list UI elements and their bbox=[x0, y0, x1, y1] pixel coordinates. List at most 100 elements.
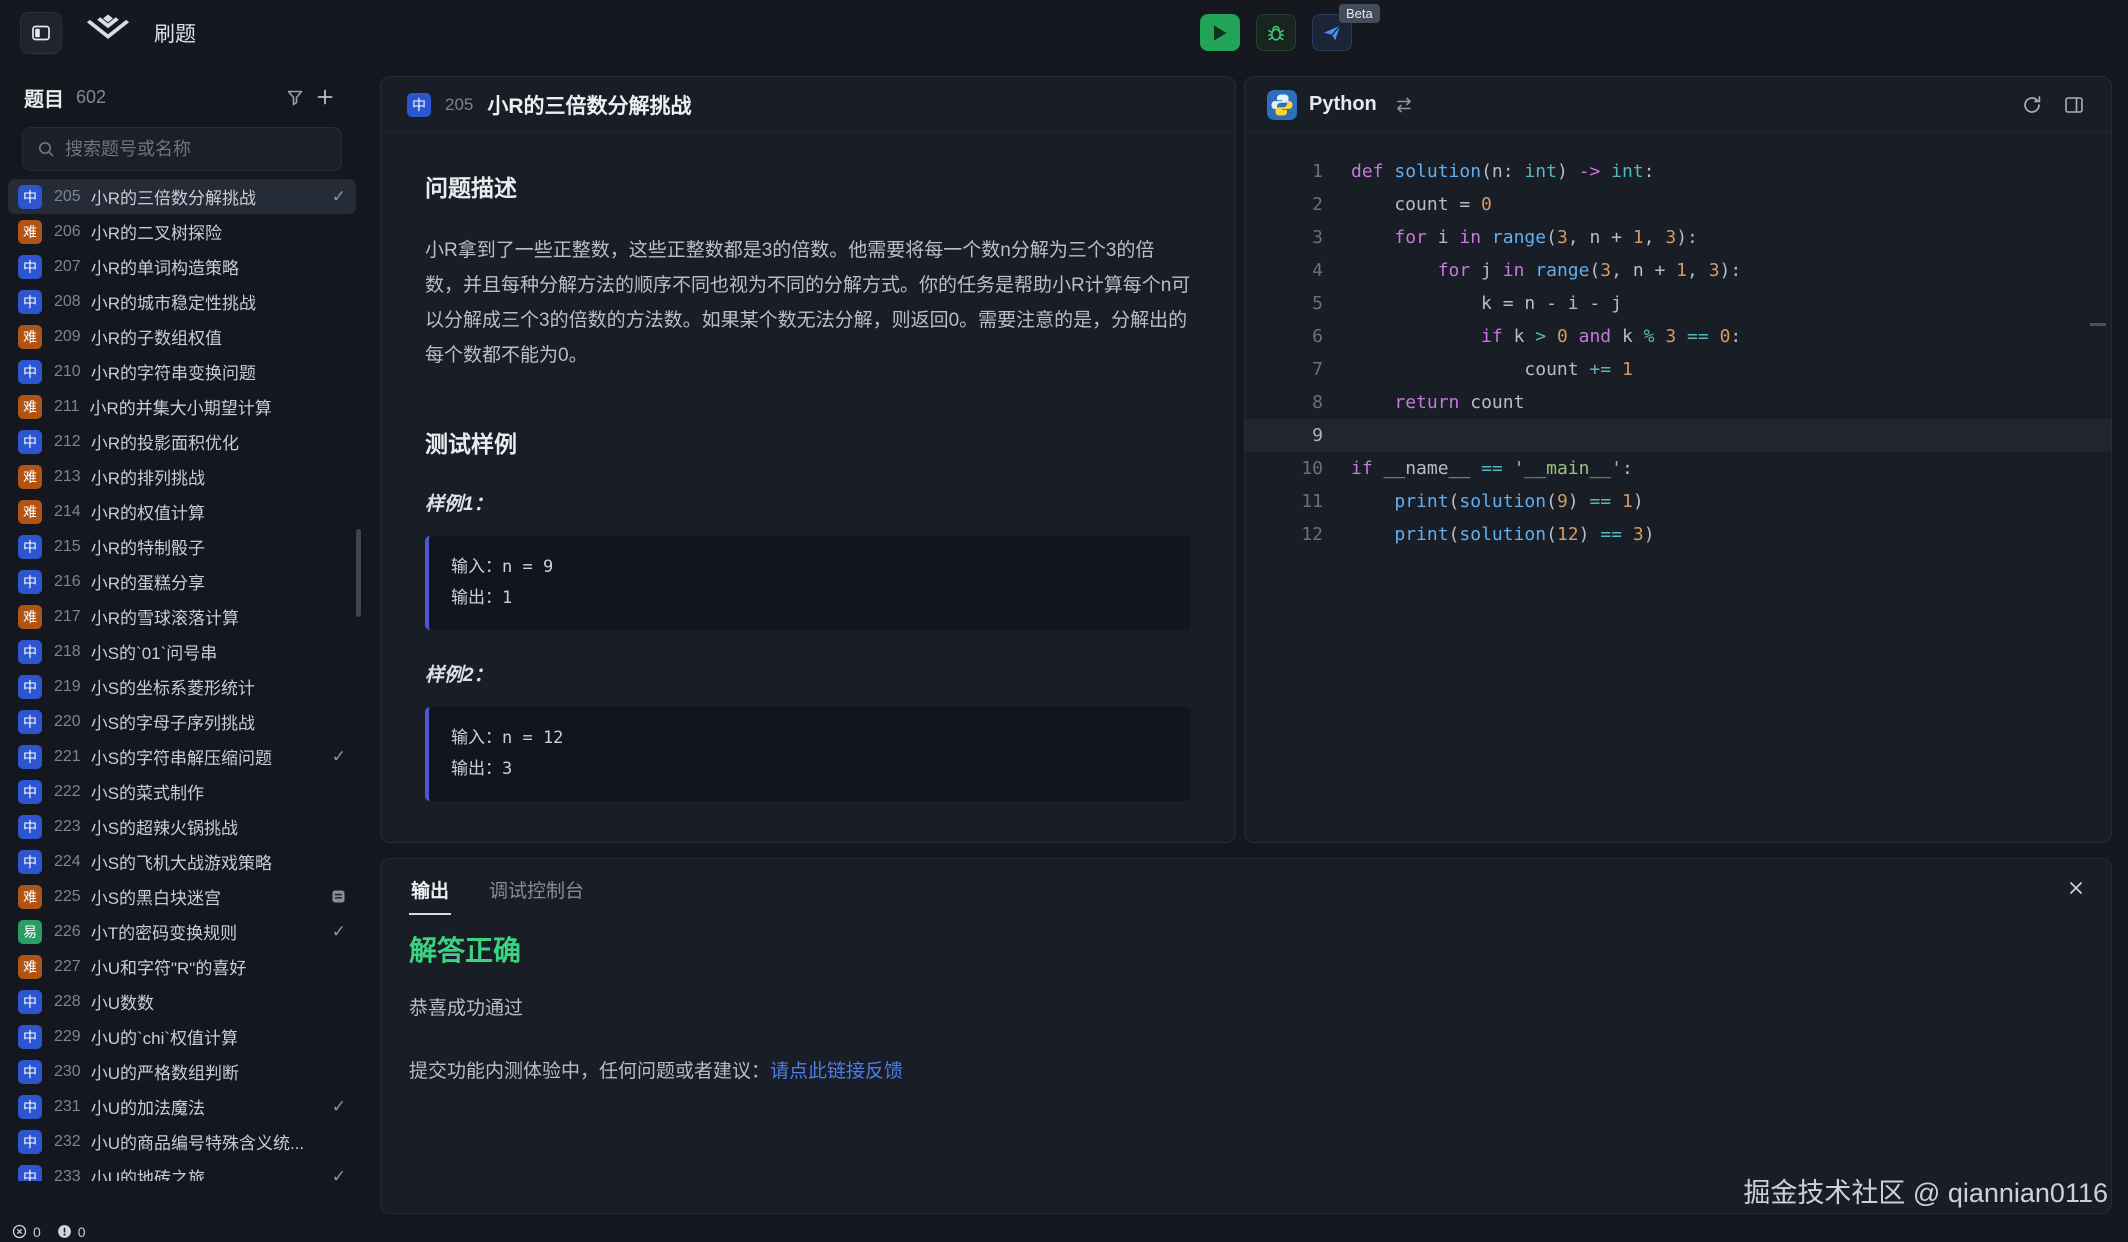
editor-panel: Python 1def solution(n: int) -> int:2 co… bbox=[1244, 76, 2112, 843]
search-input[interactable] bbox=[65, 139, 327, 160]
console-tab[interactable]: 调试控制台 bbox=[487, 862, 586, 915]
sidebar-scrollbar[interactable] bbox=[356, 529, 361, 617]
reset-code-button[interactable] bbox=[2017, 90, 2047, 120]
problem-id: 210 bbox=[54, 363, 81, 381]
warning-icon[interactable] bbox=[57, 1224, 72, 1239]
problem-list-item[interactable]: 难213小R的排列挑战 bbox=[8, 459, 356, 494]
problem-list-item[interactable]: 中208小R的城市稳定性挑战 bbox=[8, 284, 356, 319]
code-line[interactable]: 1def solution(n: int) -> int: bbox=[1245, 155, 2111, 188]
code-line[interactable]: 10if __name__ == '__main__': bbox=[1245, 452, 2111, 485]
problem-list-item[interactable]: 难209小R的子数组权值 bbox=[8, 319, 356, 354]
code-text: for j in range(3, n + 1, 3): bbox=[1323, 254, 1741, 287]
run-button[interactable] bbox=[1200, 14, 1240, 51]
problem-list-item[interactable]: 中228小U数数 bbox=[8, 984, 356, 1019]
code-text bbox=[1323, 419, 1351, 452]
code-line[interactable]: 9 bbox=[1245, 419, 2111, 452]
problem-id: 219 bbox=[54, 678, 81, 696]
problem-list-item[interactable]: 中219小S的坐标系菱形统计 bbox=[8, 669, 356, 704]
problem-list-item[interactable]: 中212小R的投影面积优化 bbox=[8, 424, 356, 459]
add-problem-button[interactable] bbox=[310, 82, 340, 112]
code-line[interactable]: 2 count = 0 bbox=[1245, 188, 2111, 221]
problem-title: 小U数数 bbox=[91, 989, 346, 1014]
problem-id: 212 bbox=[54, 433, 81, 451]
difficulty-badge: 中 bbox=[18, 745, 42, 769]
error-icon[interactable] bbox=[12, 1224, 27, 1239]
problem-list-item[interactable]: 中215小R的特制骰子 bbox=[8, 529, 356, 564]
problem-list-item[interactable]: 中220小S的字母子序列挑战 bbox=[8, 704, 356, 739]
python-icon bbox=[1267, 90, 1297, 120]
code-line[interactable]: 6 if k > 0 and k % 3 == 0: bbox=[1245, 320, 2111, 353]
difficulty-badge: 中 bbox=[18, 1165, 42, 1182]
sidebar: 题目 602 中205小R的三倍数分解挑战✓难206小R的二叉树探险中207小R… bbox=[0, 65, 364, 1221]
problem-list-item[interactable]: 中218小S的`01`问号串 bbox=[8, 634, 356, 669]
description-heading: 问题描述 bbox=[425, 169, 1191, 203]
problem-title: 小U的商品编号特殊含义统... bbox=[91, 1129, 346, 1154]
sidebar-toggle-button[interactable] bbox=[20, 12, 62, 54]
filter-button[interactable] bbox=[280, 82, 310, 112]
check-icon: ✓ bbox=[332, 922, 346, 942]
problem-list-item[interactable]: 中222小S的菜式制作 bbox=[8, 774, 356, 809]
sample-input: 输入：n = 9 bbox=[451, 552, 1169, 583]
problem-list-item[interactable]: 难227小U和字符"R"的喜好 bbox=[8, 949, 356, 984]
problem-list-item[interactable]: 中205小R的三倍数分解挑战✓ bbox=[8, 179, 356, 214]
problem-list-item[interactable]: 中232小U的商品编号特殊含义统... bbox=[8, 1124, 356, 1159]
check-icon: ✓ bbox=[332, 747, 346, 767]
console-body: 解答正确 恭喜成功通过 提交功能内测体验中，任何问题或者建议：请点此链接反馈 bbox=[381, 915, 2111, 1089]
feedback-link[interactable]: 请点此链接反馈 bbox=[770, 1061, 903, 1082]
problem-id: 209 bbox=[54, 328, 81, 346]
console-close-button[interactable] bbox=[2061, 873, 2091, 903]
console-tab[interactable]: 输出 bbox=[409, 862, 451, 915]
problem-id: 228 bbox=[54, 993, 81, 1011]
difficulty-badge: 中 bbox=[18, 255, 42, 279]
difficulty-badge: 中 bbox=[18, 185, 42, 209]
problem-title: 小S的坐标系菱形统计 bbox=[91, 674, 346, 699]
code-line[interactable]: 4 for j in range(3, n + 1, 3): bbox=[1245, 254, 2111, 287]
sample-label: 样例1： bbox=[425, 489, 1191, 516]
close-icon bbox=[2067, 879, 2085, 897]
code-line[interactable]: 12 print(solution(12) == 3) bbox=[1245, 518, 2111, 551]
code-line[interactable]: 3 for i in range(3, n + 1, 3): bbox=[1245, 221, 2111, 254]
code-line[interactable]: 11 print(solution(9) == 1) bbox=[1245, 485, 2111, 518]
problem-list-item[interactable]: 难211小R的并集大小期望计算 bbox=[8, 389, 356, 424]
difficulty-badge: 难 bbox=[18, 465, 42, 489]
problem-id: 223 bbox=[54, 818, 81, 836]
code-line[interactable]: 8 return count bbox=[1245, 386, 2111, 419]
code-line[interactable]: 5 k = n - i - j bbox=[1245, 287, 2111, 320]
problem-list-item[interactable]: 难217小R的雪球滚落计算 bbox=[8, 599, 356, 634]
problem-list-item[interactable]: 中221小S的字符串解压缩问题✓ bbox=[8, 739, 356, 774]
problem-list-item[interactable]: 中231小U的加法魔法✓ bbox=[8, 1089, 356, 1124]
feedback-text: 提交功能内测体验中，任何问题或者建议： bbox=[409, 1061, 770, 1082]
problem-list-item[interactable]: 难225小S的黑白块迷宫 bbox=[8, 879, 356, 914]
problem-list-item[interactable]: 难206小R的二叉树探险 bbox=[8, 214, 356, 249]
split-view-button[interactable] bbox=[2059, 90, 2089, 120]
problem-list-item[interactable]: 易226小T的密码变换规则✓ bbox=[8, 914, 356, 949]
code-text: if k > 0 and k % 3 == 0: bbox=[1323, 320, 1741, 353]
problem-id: 207 bbox=[54, 258, 81, 276]
code-line[interactable]: 7 count += 1 bbox=[1245, 353, 2111, 386]
problem-id: 227 bbox=[54, 958, 81, 976]
problem-list-item[interactable]: 中216小R的蛋糕分享 bbox=[8, 564, 356, 599]
sample-label: 样例2： bbox=[425, 660, 1191, 687]
problem-list-item[interactable]: 中229小U的`chi`权值计算 bbox=[8, 1019, 356, 1054]
problem-id: 208 bbox=[54, 293, 81, 311]
problem-list-item[interactable]: 中224小S的飞机大战游戏策略 bbox=[8, 844, 356, 879]
debug-button[interactable] bbox=[1256, 14, 1296, 51]
submit-button[interactable]: Beta bbox=[1312, 14, 1352, 51]
difficulty-badge: 难 bbox=[18, 885, 42, 909]
problem-id: 218 bbox=[54, 643, 81, 661]
search-box[interactable] bbox=[22, 127, 342, 171]
difficulty-badge: 难 bbox=[18, 605, 42, 629]
problem-list-item[interactable]: 中230小U的严格数组判断 bbox=[8, 1054, 356, 1089]
problem-list-item[interactable]: 中233小U的地砖之旅✓ bbox=[8, 1159, 356, 1181]
line-number: 7 bbox=[1245, 353, 1323, 386]
swap-language-button[interactable] bbox=[1389, 90, 1419, 120]
problem-list: 中205小R的三倍数分解挑战✓难206小R的二叉树探险中207小R的单词构造策略… bbox=[0, 179, 364, 1181]
code-editor[interactable]: 1def solution(n: int) -> int:2 count = 0… bbox=[1245, 133, 2111, 843]
problem-list-item[interactable]: 中223小S的超辣火锅挑战 bbox=[8, 809, 356, 844]
problem-list-item[interactable]: 中210小R的字符串变换问题 bbox=[8, 354, 356, 389]
problem-list-item[interactable]: 中207小R的单词构造策略 bbox=[8, 249, 356, 284]
problem-list-item[interactable]: 难214小R的权值计算 bbox=[8, 494, 356, 529]
problem-title: 小R的投影面积优化 bbox=[91, 429, 346, 454]
play-icon bbox=[1212, 24, 1228, 42]
language-label: Python bbox=[1309, 93, 1377, 116]
